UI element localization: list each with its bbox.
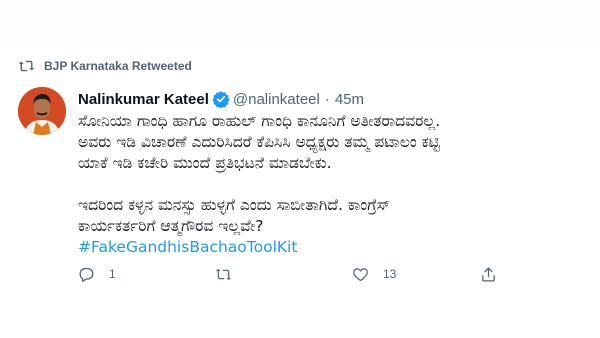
tweet-body: ಸೋನಿಯಾ ಗಾಂಧಿ ಹಾಗೂ ರಾಹುಲ್ ಗಾಂಧಿ ಕಾನೂನಿಗೆ … (78, 111, 583, 258)
author-name[interactable]: Nalinkumar Kateel (78, 91, 209, 108)
tweet-line-5: ಕಾರ್ಯಕರ್ತರಿಗೆ ಆತ್ಮಗೌರವ ಇಲ್ಲವೇ? (78, 217, 264, 235)
like-icon (353, 267, 368, 281)
retweet-icon (216, 268, 231, 280)
author-handle[interactable]: @nalinkateel (233, 91, 320, 108)
tweet-line-2: ಅವರು ಇಡಿ ವಿಚಾರಣೆ ಎದುರಿಸಿದರೆ ಕೆಪಿಸಿಸಿ ಅಧ್… (78, 133, 440, 151)
tweet-actions: 1 13 (78, 262, 518, 286)
avatar[interactable] (18, 87, 66, 135)
separator-dot: · (324, 90, 330, 108)
share-icon (482, 266, 495, 282)
reply-count: 1 (109, 267, 116, 281)
tweet-line-4: ಇದರಿಂದ ಕಳ್ಳನ ಮನಸ್ಸು ಹುಳ್ಳಗೆ ಎಂದು ಸಾಬೀತಾಗ… (78, 196, 391, 214)
avatar-photo (18, 87, 66, 135)
retweet-icon (18, 60, 35, 72)
hashtag-link[interactable]: #FakeGandhisBachaoToolKit (78, 237, 583, 258)
retweet-indicator[interactable]: BJP Karnataka Retweeted (18, 56, 192, 76)
tweet-line-1: ಸೋನಿಯಾ ಗಾಂಧಿ ಹಾಗೂ ರಾಹುಲ್ ಗಾಂಧಿ ಕಾನೂನಿಗೆ … (78, 112, 441, 130)
tweet-time[interactable]: 45m (335, 91, 364, 108)
like-count: 13 (383, 267, 397, 281)
tweet-line-3: ಯಾಕೆ ಇಡಿ ಕಚೇರಿ ಮುಂದೆ ಪ್ರತಿಭಟನೆ ಮಾಡಬೇಕು. (78, 154, 332, 172)
retweet-button[interactable] (215, 262, 246, 286)
verified-badge-icon (212, 91, 230, 108)
tweet-header: Nalinkumar Kateel @nalinkateel · 45m (78, 88, 364, 110)
reply-button[interactable]: 1 (78, 262, 116, 286)
like-button[interactable]: 13 (352, 262, 396, 286)
reply-icon (79, 267, 94, 282)
retweet-label: BJP Karnataka Retweeted (44, 59, 192, 73)
top-strip (0, 0, 600, 46)
share-button[interactable] (480, 262, 511, 286)
